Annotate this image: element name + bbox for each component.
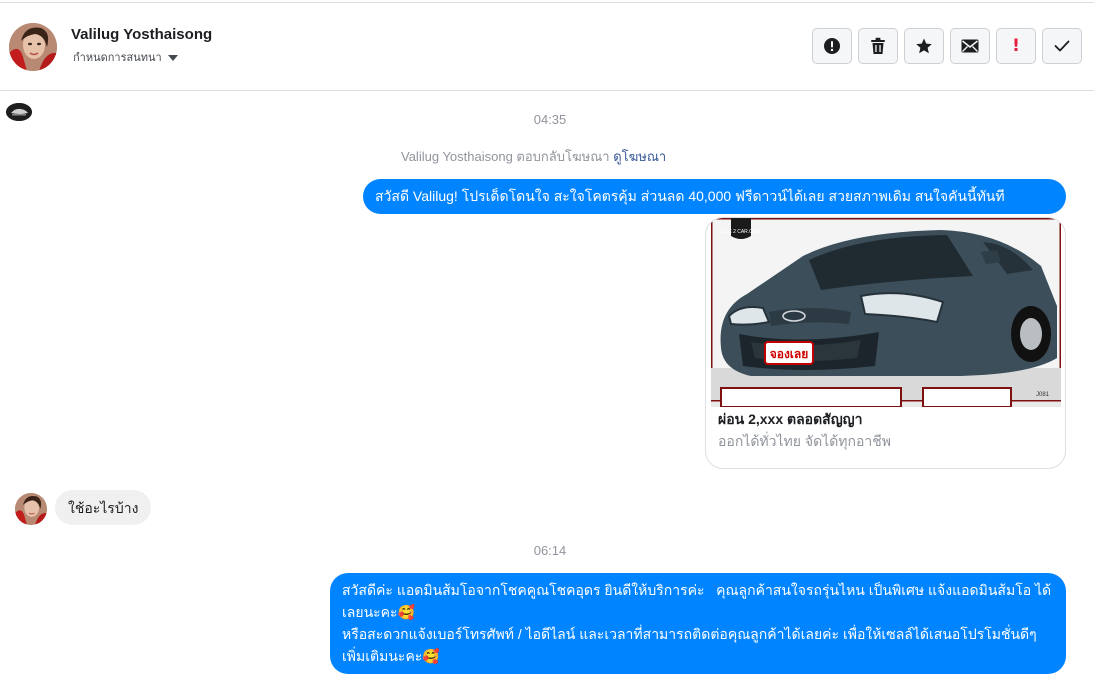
star-button[interactable] xyxy=(904,28,944,64)
ad-reply-notice: Valilug Yosthaisong ตอบกลับโฆษณา ดูโฆษณา xyxy=(401,146,666,167)
priority-button[interactable]: ! xyxy=(996,28,1036,64)
ad-card-title[interactable]: ผ่อน 2,xxx ตลอดสัญญา xyxy=(718,409,862,431)
contact-avatar-small[interactable] xyxy=(15,493,47,525)
incoming-message: ใช้อะไรบ้าง xyxy=(55,490,152,525)
checkmark-icon xyxy=(1054,40,1070,52)
outgoing-message: สวัสดีค่ะ แอดมินส้มโอจากโชคคูณโชคอุดร ยิ… xyxy=(330,573,1066,674)
contact-avatar[interactable] xyxy=(9,23,57,71)
trash-icon xyxy=(871,37,885,54)
exclamation-circle-icon xyxy=(824,38,840,54)
mark-unread-button[interactable] xyxy=(950,28,990,64)
priority-exclamation-icon: ! xyxy=(1012,36,1020,56)
ad-code-text: J081 xyxy=(1036,392,1050,398)
contact-name[interactable]: Valilug Yosthaisong xyxy=(71,26,212,43)
conversation-toolbar: ! xyxy=(812,28,1082,64)
timestamp: 06:14 xyxy=(533,543,567,558)
assign-conversation-dropdown[interactable]: กำหนดการสนทนา xyxy=(73,48,178,66)
ad-badge-text: จองเลย xyxy=(770,347,809,361)
ad-card-subtitle: ออกได้ทั่วไทย จัดได้ทุกอาชีพ xyxy=(718,433,892,449)
delete-button[interactable] xyxy=(858,28,898,64)
ad-brand-text: CKC 2 CAR.COM xyxy=(721,229,761,235)
view-ad-link[interactable]: ดูโฆษณา xyxy=(613,149,666,164)
mark-done-button[interactable] xyxy=(1042,28,1082,64)
envelope-icon xyxy=(961,39,979,53)
ad-reply-sender: Valilug Yosthaisong xyxy=(401,149,513,164)
assign-label: กำหนดการสนทนา xyxy=(73,52,162,64)
timestamp: 04:35 xyxy=(533,112,567,127)
conversation-header: Valilug Yosthaisong กำหนดการสนทนา ! xyxy=(0,3,1094,91)
ad-car-image[interactable]: CKC 2 CAR.COM จองเลย J081 xyxy=(711,218,1061,407)
star-icon xyxy=(916,38,932,54)
caret-down-icon xyxy=(167,54,178,61)
outgoing-message: สวัสดี Valilug! โปรเด็ดโดนใจ สะใจโคตรคุ้… xyxy=(363,179,1066,214)
mark-spam-button[interactable] xyxy=(812,28,852,64)
ad-reply-action: ตอบกลับโฆษณา xyxy=(516,149,610,164)
ad-card[interactable]: CKC 2 CAR.COM จองเลย J081 ผ่อน 2,xxx ตลอ… xyxy=(705,217,1066,469)
